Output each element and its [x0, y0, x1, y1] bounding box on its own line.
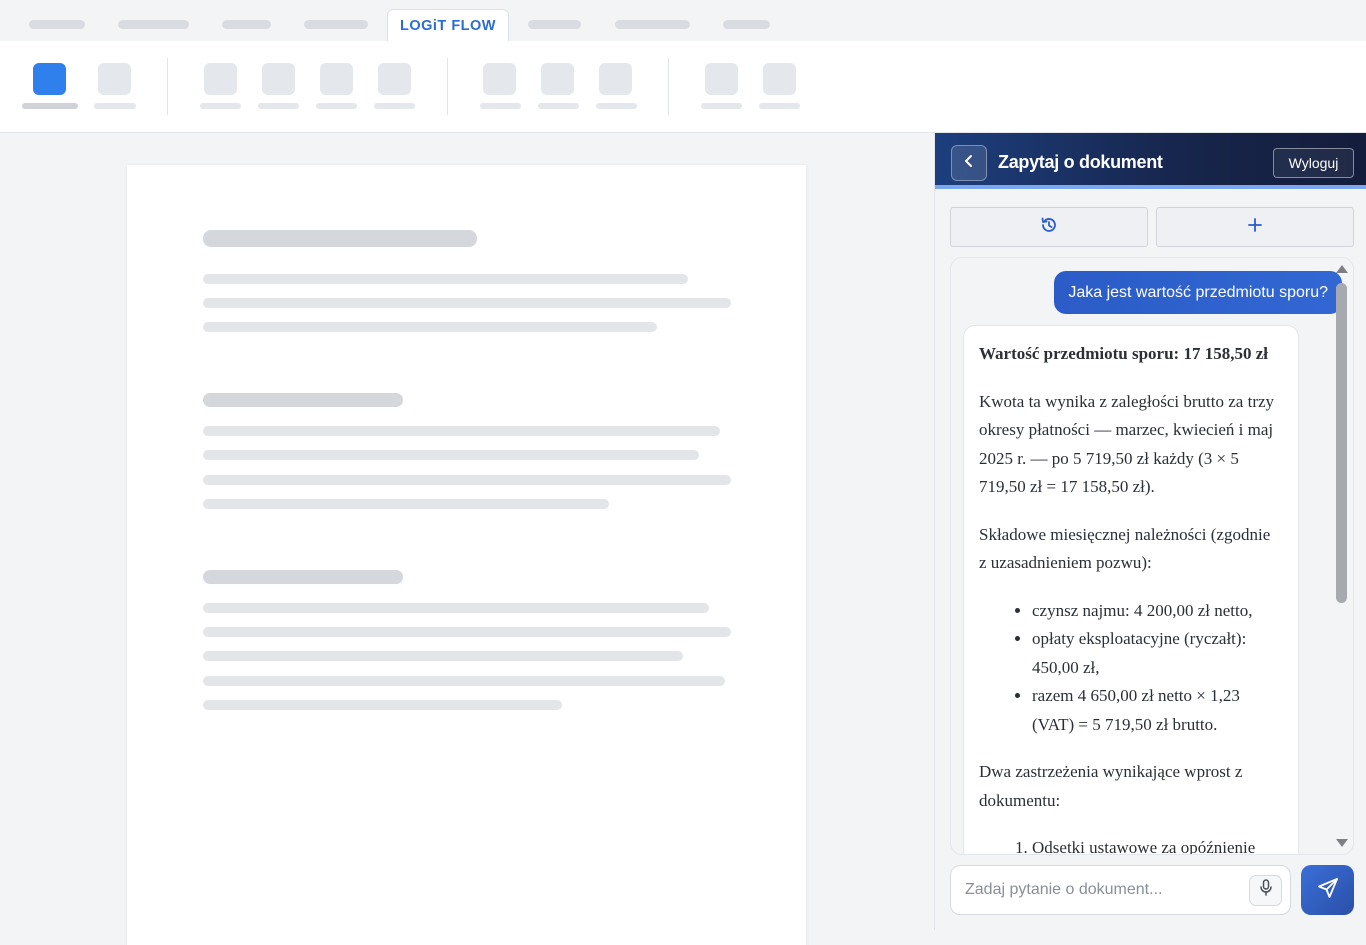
assistant-message: Wartość przedmiotu sporu: 17 158,50 zł K… — [963, 325, 1299, 854]
tab-placeholder[interactable] — [118, 20, 189, 29]
skeleton-line — [203, 676, 725, 686]
tab-placeholder[interactable] — [723, 20, 770, 29]
skeleton-line — [203, 651, 683, 661]
list-item: czynsz najmu: 4 200,00 zł netto, — [1032, 597, 1282, 626]
answer-paragraph: Składowe miesięcznej należności (zgodnie… — [979, 524, 1271, 573]
ribbon-button[interactable] — [705, 63, 738, 95]
back-button[interactable] — [951, 145, 987, 181]
tab-placeholder[interactable] — [29, 20, 85, 29]
skeleton-subheading — [203, 393, 403, 407]
ribbon-button-active[interactable] — [33, 63, 66, 95]
ribbon-label — [759, 103, 800, 109]
skeleton-line — [203, 450, 699, 460]
ribbon-label — [596, 103, 637, 109]
ribbon-button[interactable] — [541, 63, 574, 95]
skeleton-line — [203, 274, 688, 284]
skeleton-line — [203, 322, 657, 332]
ribbon-label — [22, 103, 78, 109]
ribbon-button[interactable] — [763, 63, 796, 95]
ribbon-toolbar — [0, 41, 1366, 133]
ribbon-button[interactable] — [262, 63, 295, 95]
tab-logit-flow[interactable]: LOGiT FLOW — [387, 9, 509, 41]
message-list[interactable]: Jaka jest wartość przedmiotu sporu? Wart… — [950, 257, 1354, 855]
skeleton-subheading — [203, 570, 403, 584]
answer-numbered-list: Odsetki ustawowe za opóźnienie — [979, 834, 1282, 854]
list-item: razem 4 650,00 zł netto × 1,23 (VAT) = 5… — [1032, 682, 1282, 739]
ribbon-separator — [668, 58, 669, 115]
chat-title: Zapytaj o dokument — [998, 152, 1163, 172]
list-item: opłaty eksploatacyjne (ryczałt): 450,00 … — [1032, 625, 1282, 682]
plus-icon — [1246, 216, 1264, 239]
send-icon — [1317, 877, 1339, 904]
answer-paragraph: Dwa zastrzeżenia wynikające wprost z dok… — [979, 762, 1243, 810]
send-button[interactable] — [1301, 865, 1354, 915]
question-input-box — [950, 865, 1291, 915]
skeleton-line — [203, 700, 562, 710]
skeleton-line — [203, 499, 609, 509]
ribbon-label — [200, 103, 241, 109]
scroll-down-arrow[interactable] — [1336, 839, 1348, 847]
tab-placeholder[interactable] — [528, 20, 581, 29]
ribbon-separator — [167, 58, 168, 115]
ribbon-button[interactable] — [98, 63, 131, 95]
document-page — [127, 165, 806, 945]
ribbon-label — [538, 103, 579, 109]
chat-panel: Zapytaj o dokument Wyloguj Jaka jest war… — [934, 133, 1366, 930]
ribbon-label — [374, 103, 415, 109]
skeleton-line — [203, 298, 731, 308]
microphone-button[interactable] — [1249, 875, 1282, 906]
answer-paragraph: Kwota ta wynika z zaległości brutto za t… — [979, 391, 1275, 497]
microphone-icon — [1259, 879, 1273, 902]
tab-strip: LOGiT FLOW — [0, 0, 1366, 41]
ribbon-button[interactable] — [599, 63, 632, 95]
history-icon — [1039, 215, 1059, 240]
answer-bullet-list: czynsz najmu: 4 200,00 zł netto, opłaty … — [979, 597, 1282, 740]
ribbon-button[interactable] — [483, 63, 516, 95]
ribbon-button[interactable] — [378, 63, 411, 95]
question-input[interactable] — [965, 878, 1235, 902]
user-message: Jaka jest wartość przedmiotu sporu? — [1054, 271, 1342, 314]
tab-placeholder[interactable] — [615, 20, 690, 29]
scrollbar[interactable] — [1333, 259, 1349, 853]
skeleton-line — [203, 426, 720, 436]
answer-heading: Wartość przedmiotu sporu: 17 158,50 zł — [979, 344, 1268, 363]
tab-placeholder[interactable] — [304, 20, 368, 29]
chat-header: Zapytaj o dokument Wyloguj — [935, 133, 1366, 189]
scrollbar-thumb[interactable] — [1336, 283, 1347, 603]
ribbon-label — [701, 103, 742, 109]
skeleton-line — [203, 603, 709, 613]
ribbon-label — [258, 103, 299, 109]
ribbon-label — [94, 103, 136, 109]
ribbon-label — [480, 103, 521, 109]
new-chat-button[interactable] — [1156, 207, 1354, 247]
chevron-left-icon — [962, 154, 976, 173]
skeleton-heading — [203, 230, 477, 247]
tab-placeholder[interactable] — [222, 20, 271, 29]
ribbon-button[interactable] — [320, 63, 353, 95]
ribbon-separator — [447, 58, 448, 115]
document-area — [0, 133, 934, 945]
scroll-up-arrow[interactable] — [1336, 265, 1348, 273]
skeleton-line — [203, 627, 731, 637]
skeleton-line — [203, 475, 731, 485]
ribbon-button[interactable] — [204, 63, 237, 95]
logout-button[interactable]: Wyloguj — [1273, 148, 1354, 178]
history-button[interactable] — [950, 207, 1148, 247]
list-item: Odsetki ustawowe za opóźnienie — [1032, 834, 1282, 854]
ribbon-label — [316, 103, 357, 109]
